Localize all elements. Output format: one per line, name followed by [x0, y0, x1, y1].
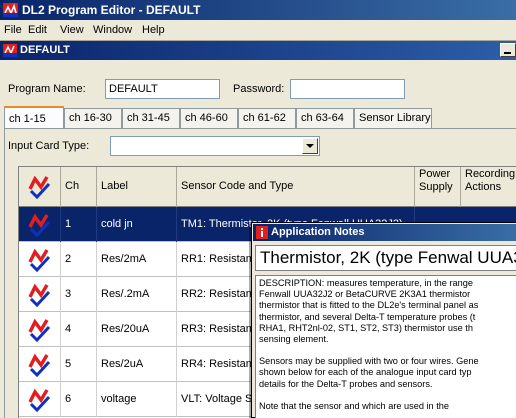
- menu-file[interactable]: File: [4, 20, 22, 40]
- tab-ch-16-30[interactable]: ch 16-30: [64, 108, 122, 128]
- dl2-program-editor-window: DL2 Program Editor - DEFAULT File Edit V…: [0, 0, 516, 418]
- sensor-check-icon: [28, 318, 51, 342]
- tab-ch-46-60[interactable]: ch 46-60: [180, 108, 238, 128]
- header-sensor-code[interactable]: Sensor Code and Type: [177, 167, 415, 207]
- cell-label[interactable]: cold jn: [97, 207, 177, 242]
- sensor-check-icon: [28, 388, 51, 412]
- dl2-logger-icon: [3, 3, 18, 17]
- notes-body[interactable]: DESCRIPTION: measures temperature, in th…: [255, 275, 516, 418]
- cell-ch: 2: [61, 242, 97, 277]
- program-name-input[interactable]: DEFAULT: [105, 79, 220, 99]
- menu-help[interactable]: Help: [142, 20, 165, 40]
- menu-bar: File Edit View Window Help: [0, 20, 516, 40]
- grid-header: Ch Label Sensor Code and Type Power Supp…: [19, 167, 516, 207]
- menu-edit[interactable]: Edit: [28, 20, 47, 40]
- sensor-check-icon: [28, 213, 51, 237]
- notes-heading-panel: Thermistor, 2K (type Fenwal UUA32J2): [255, 245, 516, 271]
- application-notes-window: Application Notes Thermistor, 2K (type F…: [251, 222, 516, 418]
- password-input[interactable]: [290, 79, 405, 99]
- program-name-label: Program Name:: [8, 83, 86, 95]
- tab-ch-61-62[interactable]: ch 61-62: [238, 108, 296, 128]
- chevron-down-icon[interactable]: [302, 138, 318, 154]
- cell-ch: 4: [61, 312, 97, 347]
- cell-ch: 1: [61, 207, 97, 242]
- sensor-check-icon: [28, 248, 51, 272]
- tab-ch-1-15[interactable]: ch 1-15: [4, 106, 64, 128]
- notes-title: Application Notes: [271, 226, 365, 238]
- cell-ch: 5: [61, 347, 97, 382]
- app-titlebar[interactable]: DL2 Program Editor - DEFAULT: [0, 0, 516, 20]
- notes-footnote: Note that the sensor and which are used …: [259, 400, 449, 411]
- menu-view[interactable]: View: [60, 20, 84, 40]
- cell-label[interactable]: Res/2mA: [97, 242, 177, 277]
- app-title: DL2 Program Editor - DEFAULT: [22, 3, 201, 17]
- cell-label[interactable]: Res/.2mA: [97, 277, 177, 312]
- cell-label[interactable]: voltage: [97, 382, 177, 417]
- child-title: DEFAULT: [20, 44, 70, 56]
- dl2-logger-icon: [3, 44, 17, 57]
- header-icon-column: [19, 167, 61, 207]
- header-ch[interactable]: Ch: [61, 167, 97, 207]
- notes-heading: Thermistor, 2K (type Fenwal UUA32J2): [260, 248, 516, 267]
- cell-ch: 3: [61, 277, 97, 312]
- sensor-check-icon: [28, 175, 51, 199]
- cell-ch: 6: [61, 382, 97, 417]
- notes-wiring: Sensors may be supplied with two or four…: [259, 356, 479, 389]
- minimize-button[interactable]: [500, 43, 516, 57]
- cell-label[interactable]: Res/20uA: [97, 312, 177, 347]
- tab-ch-31-45[interactable]: ch 31-45: [122, 108, 180, 128]
- info-icon: [256, 226, 268, 239]
- menu-window[interactable]: Window: [93, 20, 132, 40]
- input-card-type-select[interactable]: [110, 136, 320, 156]
- header-power-supply[interactable]: Power Supply: [415, 167, 461, 207]
- sensor-check-icon: [28, 283, 51, 307]
- child-titlebar[interactable]: DEFAULT: [0, 41, 516, 60]
- tab-ch-63-64[interactable]: ch 63-64: [296, 108, 354, 128]
- cell-label[interactable]: Res/2uA: [97, 347, 177, 382]
- notes-description: DESCRIPTION: measures temperature, in th…: [259, 278, 479, 345]
- tab-sensor-library[interactable]: Sensor Library: [354, 108, 432, 128]
- header-recording-actions[interactable]: Recording Actions: [461, 167, 516, 207]
- sensor-check-icon: [28, 353, 51, 377]
- password-label: Password:: [233, 83, 285, 95]
- input-card-type-label: Input Card Type:: [8, 140, 90, 152]
- header-label[interactable]: Label: [97, 167, 177, 207]
- notes-titlebar[interactable]: Application Notes: [253, 224, 516, 241]
